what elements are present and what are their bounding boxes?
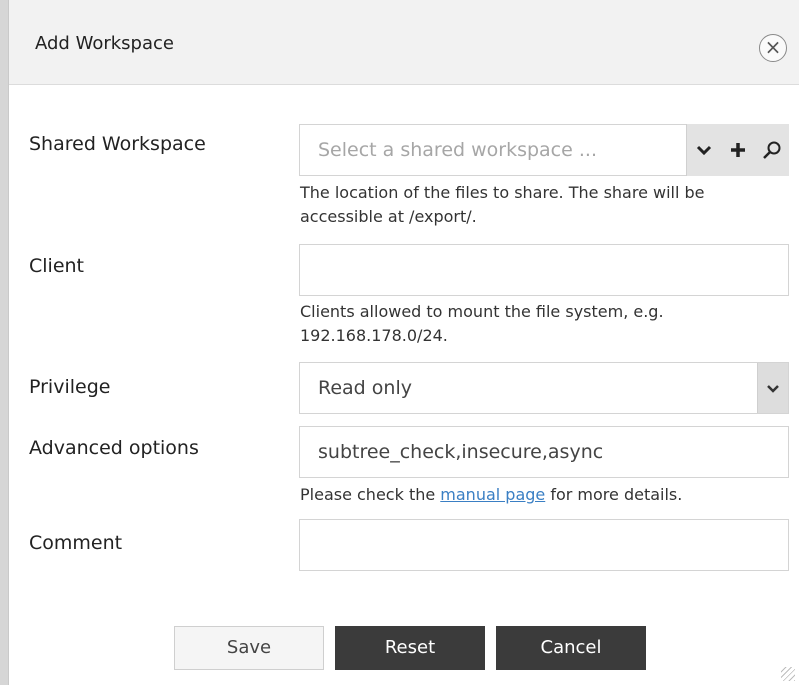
privilege-label: Privilege [29, 376, 111, 398]
shared-workspace-help: The location of the files to share. The … [300, 183, 705, 226]
shared-workspace-select[interactable]: Select a shared workspace ... [299, 124, 687, 176]
save-button[interactable]: Save [174, 626, 324, 670]
comment-label: Comment [29, 532, 123, 554]
resize-grip[interactable] [781, 667, 795, 681]
close-icon[interactable]: × [759, 34, 787, 62]
client-field[interactable] [299, 244, 789, 296]
help-prefix: Please check the [300, 485, 441, 504]
search-icon[interactable] [755, 124, 789, 176]
comment-field[interactable] [299, 519, 789, 571]
chevron-down-icon[interactable] [757, 363, 788, 413]
add-workspace-dialog: Add Workspace × Shared Workspace Select … [8, 0, 799, 685]
shared-workspace-actions [686, 124, 789, 176]
manual-page-link[interactable]: manual page [440, 485, 545, 504]
help-suffix: for more details. [545, 485, 683, 504]
client-help: Clients allowed to mount the file system… [300, 302, 664, 345]
privilege-value: Read only [318, 377, 412, 399]
client-label: Client [29, 255, 85, 277]
advanced-options-label: Advanced options [29, 437, 199, 459]
plus-icon[interactable] [721, 124, 755, 176]
cancel-button[interactable]: Cancel [496, 626, 646, 670]
dialog-titlebar: Add Workspace × [9, 0, 799, 85]
dialog-title: Add Workspace [35, 33, 174, 54]
shared-workspace-label: Shared Workspace [29, 133, 206, 155]
privilege-select[interactable]: Read only [299, 362, 789, 414]
reset-button[interactable]: Reset [335, 626, 485, 670]
advanced-options-help: Please check the manual page for more de… [300, 483, 790, 507]
advanced-options-field[interactable] [299, 426, 789, 478]
chevron-down-icon[interactable] [687, 124, 721, 176]
